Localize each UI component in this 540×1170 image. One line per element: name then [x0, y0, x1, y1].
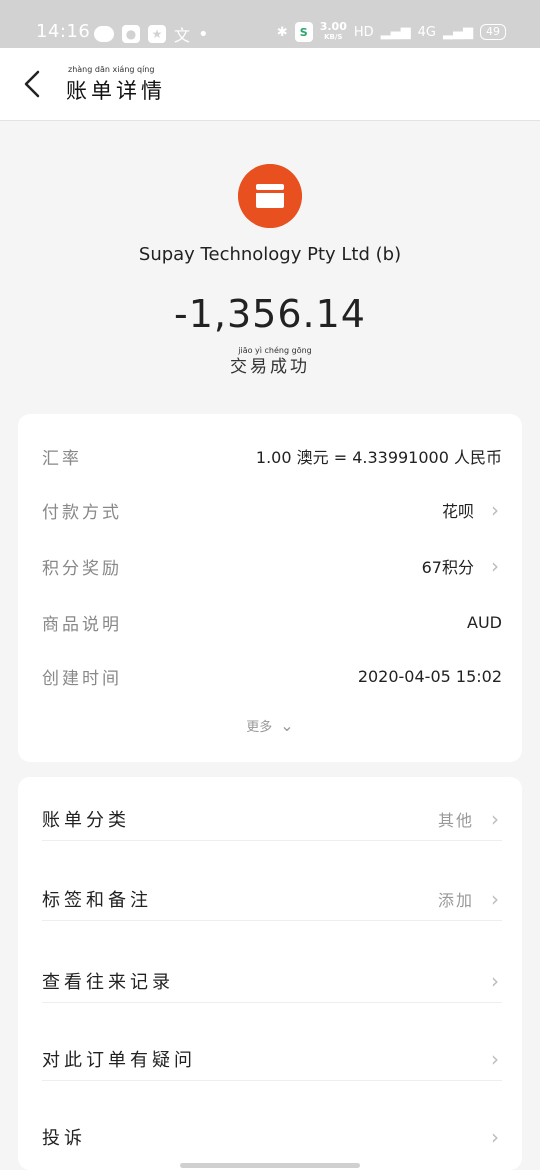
- more-label: 更多: [246, 720, 273, 735]
- network-4g: 4G: [417, 24, 436, 40]
- star-app-icon: ★: [148, 25, 166, 43]
- network-speed: 3.00 KB/S: [319, 20, 347, 41]
- actions-card: 账单分类 其他 › 标签和备注 添加 › 查看往来记录 › 对此订单有疑问 › …: [18, 777, 522, 1170]
- detail-label: 商品说明: [42, 614, 122, 635]
- status-time: 14:16: [36, 21, 91, 42]
- chevron-right-icon: ›: [491, 1046, 499, 1071]
- more-button[interactable]: 更多 ⌄: [18, 716, 522, 735]
- hd-label: HD: [353, 24, 374, 40]
- transaction-status: 交易成功: [230, 357, 310, 377]
- merchant-name: Supay Technology Pty Ltd (b): [138, 244, 402, 265]
- detail-label: 积分奖励: [42, 558, 122, 579]
- detail-label: 创建时间: [42, 668, 122, 689]
- chevron-right-icon: ›: [491, 806, 499, 831]
- wechat-icon: [94, 26, 114, 42]
- signal-icon-2: ▂▄▆: [443, 24, 473, 40]
- app-icon: ●: [122, 25, 140, 43]
- action-label: 对此订单有疑问: [42, 1049, 196, 1071]
- chevron-right-icon: ›: [491, 1125, 499, 1149]
- action-label: 查看往来记录: [42, 971, 174, 993]
- status-bar: 14:16 ● ★ 文 • ✱ S 3.00 KB/S HD ▂▄▆ 4G ▂▄▆…: [0, 0, 540, 48]
- action-value: 添加: [437, 890, 474, 910]
- security-icon: S: [294, 22, 313, 42]
- nav-header: zhàng dān xiáng qíng 账单详情: [0, 48, 540, 121]
- chevron-right-icon: ›: [491, 498, 499, 522]
- title-pinyin: zhàng dān xiáng qíng: [68, 65, 155, 74]
- action-label: 投诉: [42, 1128, 86, 1149]
- chevron-right-icon: ›: [491, 886, 499, 911]
- action-row-category[interactable]: 账单分类 其他 ›: [42, 797, 502, 841]
- battery-icon: 49: [480, 24, 506, 40]
- action-value: 其他: [437, 810, 474, 830]
- detail-row-exchange-rate: 汇率 1.00 澳元 = 4.33991000 人民币: [42, 436, 502, 476]
- home-indicator[interactable]: [180, 1163, 360, 1168]
- action-row-tags-notes[interactable]: 标签和备注 添加 ›: [42, 877, 502, 921]
- status-right: ✱ S 3.00 KB/S HD ▂▄▆ 4G ▂▄▆ 49: [276, 20, 506, 42]
- detail-row-created-time: 创建时间 2020-04-05 15:02: [42, 656, 502, 696]
- bluetooth-icon: ✱: [276, 24, 288, 40]
- action-row-order-question[interactable]: 对此订单有疑问 ›: [42, 1037, 502, 1081]
- detail-label: 汇率: [42, 448, 82, 469]
- detail-row-points[interactable]: 积分奖励 67积分 ›: [42, 546, 502, 586]
- detail-value: AUD: [467, 612, 502, 632]
- detail-row-payment-method[interactable]: 付款方式 花呗 ›: [42, 490, 502, 530]
- detail-label: 付款方式: [42, 502, 122, 523]
- detail-value: 花呗: [441, 502, 474, 521]
- action-row-complaint[interactable]: 投诉 ›: [42, 1115, 502, 1159]
- chevron-right-icon: ›: [491, 968, 499, 993]
- detail-value: 2020-04-05 15:02: [357, 666, 502, 686]
- translate-icon: 文: [174, 26, 191, 45]
- back-arrow-icon[interactable]: [20, 68, 48, 100]
- merchant-store-icon: [238, 164, 302, 228]
- detail-row-product-desc: 商品说明 AUD: [42, 602, 502, 642]
- chevron-right-icon: ›: [491, 554, 499, 578]
- transaction-amount: -1,356.14: [174, 292, 366, 336]
- detail-value: 1.00 澳元 = 4.33991000 人民币: [255, 448, 502, 467]
- signal-icon: ▂▄▆: [380, 24, 411, 40]
- action-row-history[interactable]: 查看往来记录 ›: [42, 959, 502, 1003]
- detail-value: 67积分: [421, 558, 474, 577]
- chevron-down-icon: ⌄: [280, 716, 294, 735]
- page-title: 账单详情: [66, 79, 166, 103]
- more-notifications-icon: •: [198, 23, 209, 45]
- details-card: 汇率 1.00 澳元 = 4.33991000 人民币 付款方式 花呗 › 积分…: [18, 414, 522, 762]
- action-label: 标签和备注: [42, 889, 152, 911]
- notification-icons: ● ★ 文 •: [94, 22, 209, 46]
- action-label: 账单分类: [42, 809, 130, 831]
